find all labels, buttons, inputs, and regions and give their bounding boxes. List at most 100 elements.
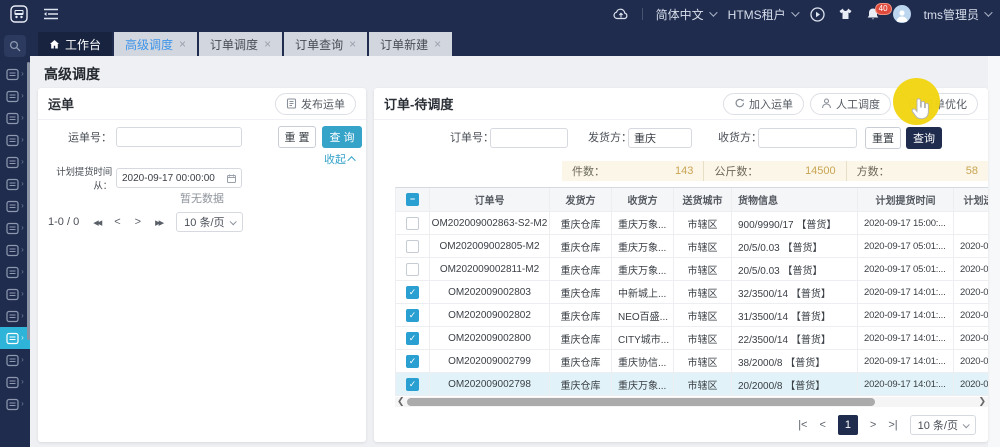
orders-query-button[interactable]: 查询	[906, 127, 942, 149]
table-row[interactable]: OM202009002811-M2重庆仓库重庆万象...市辖区20/5/0.03…	[396, 258, 988, 281]
user-avatar[interactable]	[893, 5, 911, 23]
tab-2[interactable]: 高级调度×	[114, 32, 197, 56]
sidebar-item-15[interactable]: ›	[0, 371, 30, 393]
publish-waybill-button[interactable]: 发布运单	[275, 93, 356, 115]
sidebar-scrollbar[interactable]	[27, 62, 30, 340]
order-no-input[interactable]	[490, 128, 568, 148]
table-row[interactable]: OM202009002863-S2-M2重庆仓库重庆万象...市辖区900/99…	[396, 212, 988, 235]
collapse-menu-icon[interactable]	[43, 8, 59, 20]
sidebar-item-13[interactable]: ›	[0, 327, 30, 349]
column-header[interactable]: 送货城市	[674, 188, 732, 211]
join-waybill-button[interactable]: 加入运单	[723, 93, 804, 115]
waybill-no-input[interactable]	[116, 127, 242, 147]
tab-3[interactable]: 订单调度×	[199, 32, 282, 56]
last-page-button[interactable]: ▸▸	[155, 216, 162, 229]
table-row[interactable]: ✓OM202009002800重庆仓库CITY城市...市辖区22/3500/1…	[396, 327, 988, 350]
tab-4[interactable]: 订单查询×	[284, 32, 367, 56]
tab-close-icon[interactable]: ×	[179, 37, 186, 51]
sidebar-item-7[interactable]: ›	[0, 195, 30, 217]
chevron-down-icon	[963, 421, 970, 428]
search-icon	[9, 40, 21, 52]
first-page-button[interactable]: ◂◂	[93, 216, 100, 229]
calendar-icon	[227, 174, 236, 183]
table-row[interactable]: ✓OM202009002799重庆仓库重庆协信...市辖区38/2000/8 【…	[396, 350, 988, 373]
last-page-button[interactable]: >|	[888, 419, 897, 431]
row-checkbox[interactable]: ✓	[406, 332, 419, 345]
cell-delivery-time: 2020-0	[954, 350, 988, 372]
waybill-reset-button[interactable]: 重 置	[278, 126, 316, 148]
cell-consignee: CITY城市...	[612, 327, 674, 349]
guide-play-icon[interactable]	[810, 7, 825, 22]
current-page-button[interactable]: 1	[838, 415, 858, 435]
upload-cloud-icon[interactable]	[613, 8, 629, 20]
first-page-button[interactable]: |<	[798, 419, 807, 431]
tenant-switcher[interactable]: HTMS租户	[728, 6, 797, 23]
table-row[interactable]: ✓OM202009002803重庆仓库中新城上...市辖区32/3500/14 …	[396, 281, 988, 304]
language-label: 简体中文	[656, 6, 704, 23]
app-logo-truck-icon[interactable]	[9, 4, 29, 24]
row-checkbox[interactable]: ✓	[406, 309, 419, 322]
cell-cargo: 38/2000/8 【普货】	[732, 350, 858, 372]
language-switcher[interactable]: 简体中文	[656, 6, 715, 23]
select-all-checkbox[interactable]: −	[406, 193, 419, 206]
column-header[interactable]: 发货方	[550, 188, 612, 211]
waybill-panel-title: 运单	[48, 94, 74, 113]
table-row[interactable]: ✓OM202009002802重庆仓库NEO百盛...市辖区31/3500/14…	[396, 304, 988, 327]
notifications-bell-icon[interactable]: 40	[866, 7, 880, 21]
horizontal-scrollbar[interactable]: ❮ ❯	[395, 397, 988, 407]
sidebar-item-12[interactable]: ›	[0, 305, 30, 327]
theme-skin-icon[interactable]	[838, 7, 853, 21]
tab-close-icon[interactable]: ×	[349, 37, 356, 51]
row-checkbox[interactable]: ✓	[406, 286, 419, 299]
row-checkbox[interactable]	[406, 263, 419, 276]
row-checkbox[interactable]	[406, 240, 419, 253]
waybill-query-button[interactable]: 查 询	[322, 126, 362, 148]
row-checkbox[interactable]: ✓	[406, 355, 419, 368]
sidebar-item-14[interactable]: ›	[0, 349, 30, 371]
sidebar-item-6[interactable]: ›	[0, 173, 30, 195]
prev-page-button[interactable]: <	[819, 419, 825, 431]
sidebar-item-16[interactable]: ›	[0, 393, 30, 415]
pickup-time-input[interactable]: 2020-09-17 00:00:00	[116, 168, 242, 188]
cell-delivery-time: 2020-0	[954, 304, 988, 326]
page-size-select[interactable]: 10 条/页	[176, 212, 242, 232]
table-row[interactable]: OM202009002805-M2重庆仓库重庆万象...市辖区20/5/0.03…	[396, 235, 988, 258]
shipper-input[interactable]: 重庆	[628, 128, 692, 148]
table-row[interactable]: ✓OM202009002798重庆仓库重庆万象...市辖区20/2000/8 【…	[396, 373, 988, 396]
scrollbar-thumb[interactable]	[407, 398, 875, 406]
tab-5[interactable]: 订单新建×	[369, 32, 452, 56]
column-header[interactable]: 计划送货时间	[954, 188, 988, 211]
sidebar-item-11[interactable]: ›	[0, 283, 30, 305]
consignee-input[interactable]	[758, 128, 857, 148]
sidebar-search-button[interactable]	[4, 35, 26, 57]
sidebar-item-9[interactable]: ›	[0, 239, 30, 261]
chevron-right-icon: ›	[21, 378, 24, 386]
table-header-row: −订单号发货方收货方送货城市货物信息计划提货时间计划送货时间	[396, 188, 988, 212]
sidebar-item-4[interactable]: ›	[0, 129, 30, 151]
sidebar-item-10[interactable]: ›	[0, 261, 30, 283]
row-checkbox[interactable]	[406, 217, 419, 230]
sidebar-item-8[interactable]: ›	[0, 217, 30, 239]
tab-1[interactable]: 工作台	[38, 32, 112, 56]
sidebar-item-1[interactable]: ›	[0, 63, 30, 85]
manual-dispatch-button[interactable]: 人工调度	[810, 93, 891, 115]
sidebar-item-2[interactable]: ›	[0, 85, 30, 107]
column-header[interactable]: 货物信息	[732, 188, 858, 211]
prev-page-button[interactable]: <	[114, 216, 120, 228]
next-page-button[interactable]: >	[870, 419, 876, 431]
scroll-right-icon[interactable]: ❯	[978, 396, 986, 407]
tab-close-icon[interactable]: ×	[264, 37, 271, 51]
cell-order-no: OM202009002811-M2	[430, 258, 550, 280]
column-header[interactable]: 收货方	[612, 188, 674, 211]
scroll-left-icon[interactable]: ❮	[397, 396, 405, 407]
user-menu[interactable]: tms管理员	[924, 6, 990, 23]
column-header[interactable]: 订单号	[430, 188, 550, 211]
next-page-button[interactable]: >	[135, 216, 141, 228]
orders-reset-button[interactable]: 重置	[865, 127, 901, 149]
page-size-select[interactable]: 10 条/页	[910, 415, 976, 435]
sidebar-item-5[interactable]: ›	[0, 151, 30, 173]
tab-close-icon[interactable]: ×	[434, 37, 441, 51]
column-header[interactable]: 计划提货时间	[858, 188, 954, 211]
row-checkbox[interactable]: ✓	[406, 378, 419, 391]
sidebar-item-3[interactable]: ›	[0, 107, 30, 129]
